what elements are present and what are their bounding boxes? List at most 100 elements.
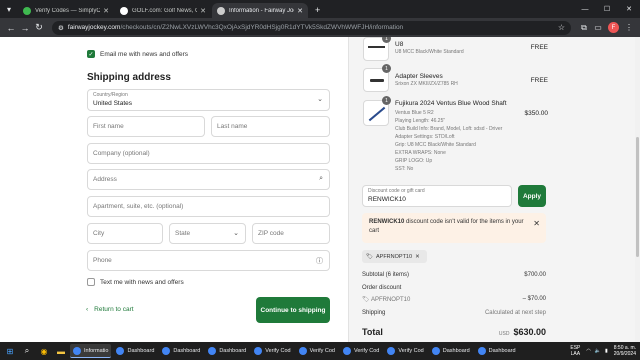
close-tab-icon[interactable]: ✕ — [297, 7, 303, 15]
taskbar-app-label: Verify Cod — [265, 348, 291, 354]
taskbar-app[interactable]: Dashboard — [205, 344, 249, 358]
taskbar-app[interactable]: Dashboard — [429, 344, 473, 358]
taskbar-app-label: Dashboard — [442, 348, 470, 354]
help-icon[interactable]: ⓘ — [316, 256, 323, 266]
battery-icon[interactable]: ▮ — [605, 348, 608, 354]
item-detail: SST: No — [395, 166, 414, 172]
taskbar-app[interactable]: Dashboard — [475, 344, 519, 358]
checkbox-unchecked-icon[interactable] — [87, 278, 95, 286]
subtotal-label: Subtotal (6 items) — [362, 272, 410, 278]
menu-icon[interactable]: ⋮ — [622, 21, 636, 35]
item-detail: Adapter Settings: STD/Loft — [395, 134, 455, 140]
chrome-app-icon — [477, 347, 486, 355]
chrome-icon[interactable]: ◉ — [37, 344, 51, 358]
taskbar-app[interactable]: Informatio — [70, 344, 112, 358]
chrome-app-icon — [342, 347, 351, 355]
file-explorer-icon[interactable]: ▬ — [54, 344, 68, 358]
item-detail: GRIP LOGO: Up — [395, 158, 433, 164]
country-select[interactable]: Country/Region United States ⌄ — [87, 89, 330, 111]
return-to-cart-link[interactable]: ‹ Return to cart — [86, 306, 134, 313]
chrome-app-icon — [298, 347, 307, 355]
zip-field[interactable]: ZIP code — [252, 223, 330, 244]
search-icon[interactable]: ⌕ — [20, 344, 34, 358]
site-info-icon[interactable]: ⚙ — [58, 24, 64, 32]
text-news-checkbox-row[interactable]: Text me with news and offers — [87, 278, 184, 286]
system-tray: ESP LAA ◠ 🔈 ▮ 8:50 a. m. 20/9/2024 — [570, 342, 636, 360]
language-indicator[interactable]: ESP LAA — [570, 345, 580, 357]
company-field[interactable]: Company (optional) — [87, 143, 330, 164]
tag-icon: 🏷 — [366, 253, 373, 260]
text-news-label: Text me with news and offers — [100, 278, 184, 286]
browser-tabstrip: ▾ Verify Codes — SimplyCodes ✕ GOLF.com:… — [0, 0, 640, 18]
url-path: /checkouts/cn/Z2NwLXVzLWVhc3QxOjAxSjdYR0… — [120, 24, 404, 31]
extensions-icon[interactable]: ⧉ — [577, 21, 591, 35]
new-tab-icon[interactable]: + — [309, 5, 326, 18]
reload-icon[interactable]: ↻ — [32, 21, 46, 35]
last-name-field[interactable]: Last name — [211, 116, 330, 137]
taskbar-app-label: Dashboard — [488, 348, 516, 354]
profile-avatar[interactable]: F — [608, 22, 619, 33]
scrollbar-thumb[interactable] — [636, 137, 639, 257]
tab-search-icon[interactable]: ▾ — [0, 0, 18, 18]
close-tab-icon[interactable]: ✕ — [200, 7, 206, 15]
tag-label: APFRNOPT10 — [375, 253, 413, 260]
address-bar[interactable]: ⚙ fairwayjockey.com /checkouts/cn/Z2NwLX… — [52, 20, 571, 35]
volume-icon[interactable]: 🔈 — [595, 348, 601, 354]
url-domain: fairwayjockey.com — [67, 24, 121, 31]
item-detail: Srixon ZX MKII/ZX/Z785 RH — [395, 81, 458, 87]
browser-tab-3[interactable]: Information - Fairway Jockey - ✕ — [212, 3, 308, 18]
clock[interactable]: 8:50 a. m. 20/9/2024 — [614, 345, 636, 357]
apply-button[interactable]: Apply — [518, 185, 546, 207]
minimize-icon[interactable]: — — [574, 0, 596, 18]
lang-bottom: LAA — [570, 351, 581, 357]
golf-favicon-icon — [120, 6, 128, 15]
taskbar-app[interactable]: Verify Cod — [296, 344, 338, 358]
email-news-label: Email me with news and offers — [100, 50, 189, 58]
state-select[interactable]: State ⌄ — [169, 223, 246, 244]
subtotal-row: Subtotal (6 items) $700.00 — [362, 272, 546, 278]
item-price: FREE — [530, 44, 548, 51]
first-name-field[interactable]: First name — [87, 116, 205, 137]
browser-tab-1[interactable]: Verify Codes — SimplyCodes ✕ — [18, 3, 114, 18]
tab-title: GOLF.com: Golf News, Golf Equip — [132, 7, 197, 14]
taskbar-app[interactable]: Verify Cod — [384, 344, 426, 358]
taskbar-app[interactable]: Dashboard — [113, 344, 157, 358]
discount-code-row: 🏷 APFRNOPT10 – $70.00 — [362, 296, 546, 303]
phone-field[interactable]: Phone ⓘ — [87, 250, 330, 271]
windows-start-icon[interactable]: ⊞ — [3, 344, 17, 358]
window-controls: — ☐ ✕ — [574, 0, 640, 18]
address-field[interactable]: Address ⌕ — [87, 169, 330, 190]
close-window-icon[interactable]: ✕ — [618, 0, 640, 18]
first-name-placeholder: First name — [93, 123, 124, 130]
maximize-icon[interactable]: ☐ — [596, 0, 618, 18]
discount-code-label: 🏷 APFRNOPT10 — [362, 297, 411, 303]
last-name-placeholder: Last name — [217, 123, 248, 130]
chrome-app-icon — [73, 346, 81, 355]
order-discount-label: Order discount — [362, 285, 402, 291]
sidebar-icon[interactable]: ▭ — [591, 21, 605, 35]
currency: USD — [498, 331, 510, 337]
taskbar-app-label: Verify Cod — [309, 348, 335, 354]
bookmark-star-icon[interactable]: ☆ — [558, 23, 565, 32]
continue-to-shipping-button[interactable]: Continue to shipping — [256, 297, 330, 323]
scrollbar[interactable] — [635, 37, 640, 342]
wifi-icon[interactable]: ◠ — [586, 348, 590, 354]
browser-toolbar: ← → ↻ ⚙ fairwayjockey.com /checkouts/cn/… — [0, 18, 640, 37]
remove-tag-icon[interactable]: ✕ — [415, 254, 420, 260]
back-icon[interactable]: ← — [4, 21, 18, 35]
city-field[interactable]: City — [87, 223, 163, 244]
close-icon[interactable]: ✕ — [533, 219, 540, 228]
forward-icon[interactable]: → — [18, 21, 32, 35]
browser-tab-2[interactable]: GOLF.com: Golf News, Golf Equip ✕ — [115, 3, 211, 18]
taskbar-app[interactable]: Verify Cod — [340, 344, 382, 358]
taskbar-app[interactable]: Dashboard — [159, 344, 203, 358]
close-tab-icon[interactable]: ✕ — [103, 7, 109, 15]
address-placeholder: Address — [93, 176, 117, 183]
taskbar-app-label: Dashboard — [219, 348, 247, 354]
item-detail: EXTRA WRAPS: None — [395, 150, 446, 156]
apartment-field[interactable]: Apartment, suite, etc. (optional) — [87, 196, 330, 217]
email-news-checkbox-row[interactable]: ✓ Email me with news and offers — [87, 50, 188, 58]
taskbar-app[interactable]: Verify Cod — [251, 344, 293, 358]
checkbox-checked-icon[interactable]: ✓ — [87, 50, 95, 58]
discount-code-input[interactable]: Discount code or gift card RENWICK10 — [362, 185, 512, 207]
